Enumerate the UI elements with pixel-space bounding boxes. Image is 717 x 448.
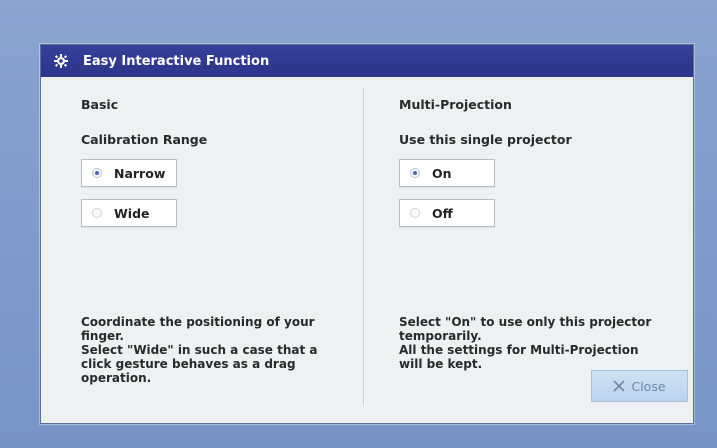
multi-projection-section: Multi-Projection Use this single project… [399, 97, 689, 239]
dialog-content: Basic Calibration Range Narrow Wide Mult… [41, 77, 693, 423]
close-button-label: Close [631, 378, 666, 394]
dialog-titlebar: Easy Interactive Function [41, 45, 693, 77]
single-projector-label: Use this single projector [399, 132, 572, 147]
radio-wide-label: Wide [114, 205, 150, 221]
radio-narrow[interactable]: Narrow [81, 159, 177, 187]
radio-unselected-icon [410, 208, 420, 218]
radio-on[interactable]: On [399, 159, 495, 187]
radio-unselected-icon [92, 208, 102, 218]
calibration-range-label: Calibration Range [81, 132, 208, 147]
basic-section: Basic Calibration Range Narrow Wide [81, 97, 371, 239]
radio-on-label: On [432, 165, 452, 181]
multi-projection-heading: Multi-Projection [399, 97, 512, 112]
basic-heading: Basic [81, 97, 119, 112]
multi-projection-description: Select "On" to use only this projector t… [399, 315, 652, 371]
close-button[interactable]: Close [591, 370, 688, 402]
radio-selected-icon [410, 168, 420, 178]
radio-off[interactable]: Off [399, 199, 495, 227]
gear-icon [53, 53, 69, 69]
dialog-title: Easy Interactive Function [83, 53, 270, 69]
radio-narrow-label: Narrow [114, 165, 166, 181]
close-icon [613, 380, 626, 392]
radio-off-label: Off [432, 205, 453, 221]
radio-wide[interactable]: Wide [81, 199, 177, 227]
easy-interactive-dialog: Easy Interactive Function Basic Calibrat… [40, 44, 694, 424]
calibration-description: Coordinate the positioning of your finge… [81, 315, 318, 385]
radio-selected-icon [92, 168, 102, 178]
